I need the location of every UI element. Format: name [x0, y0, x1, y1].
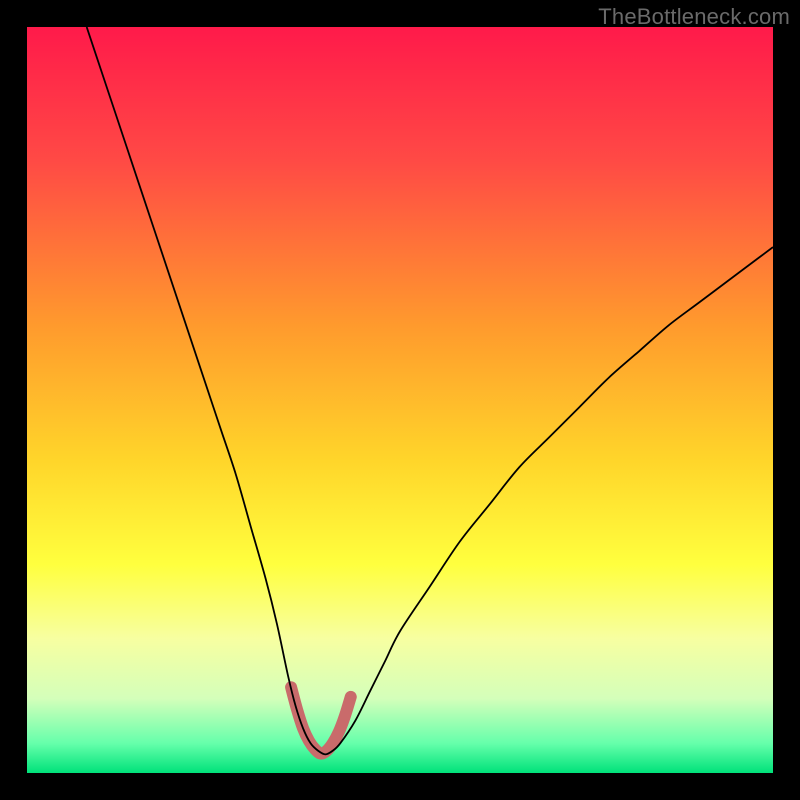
chart-curve-layer: [27, 27, 773, 773]
watermark-label: TheBottleneck.com: [598, 4, 790, 30]
chart-plot-area: [27, 27, 773, 773]
bottleneck-curve-path: [87, 27, 773, 754]
